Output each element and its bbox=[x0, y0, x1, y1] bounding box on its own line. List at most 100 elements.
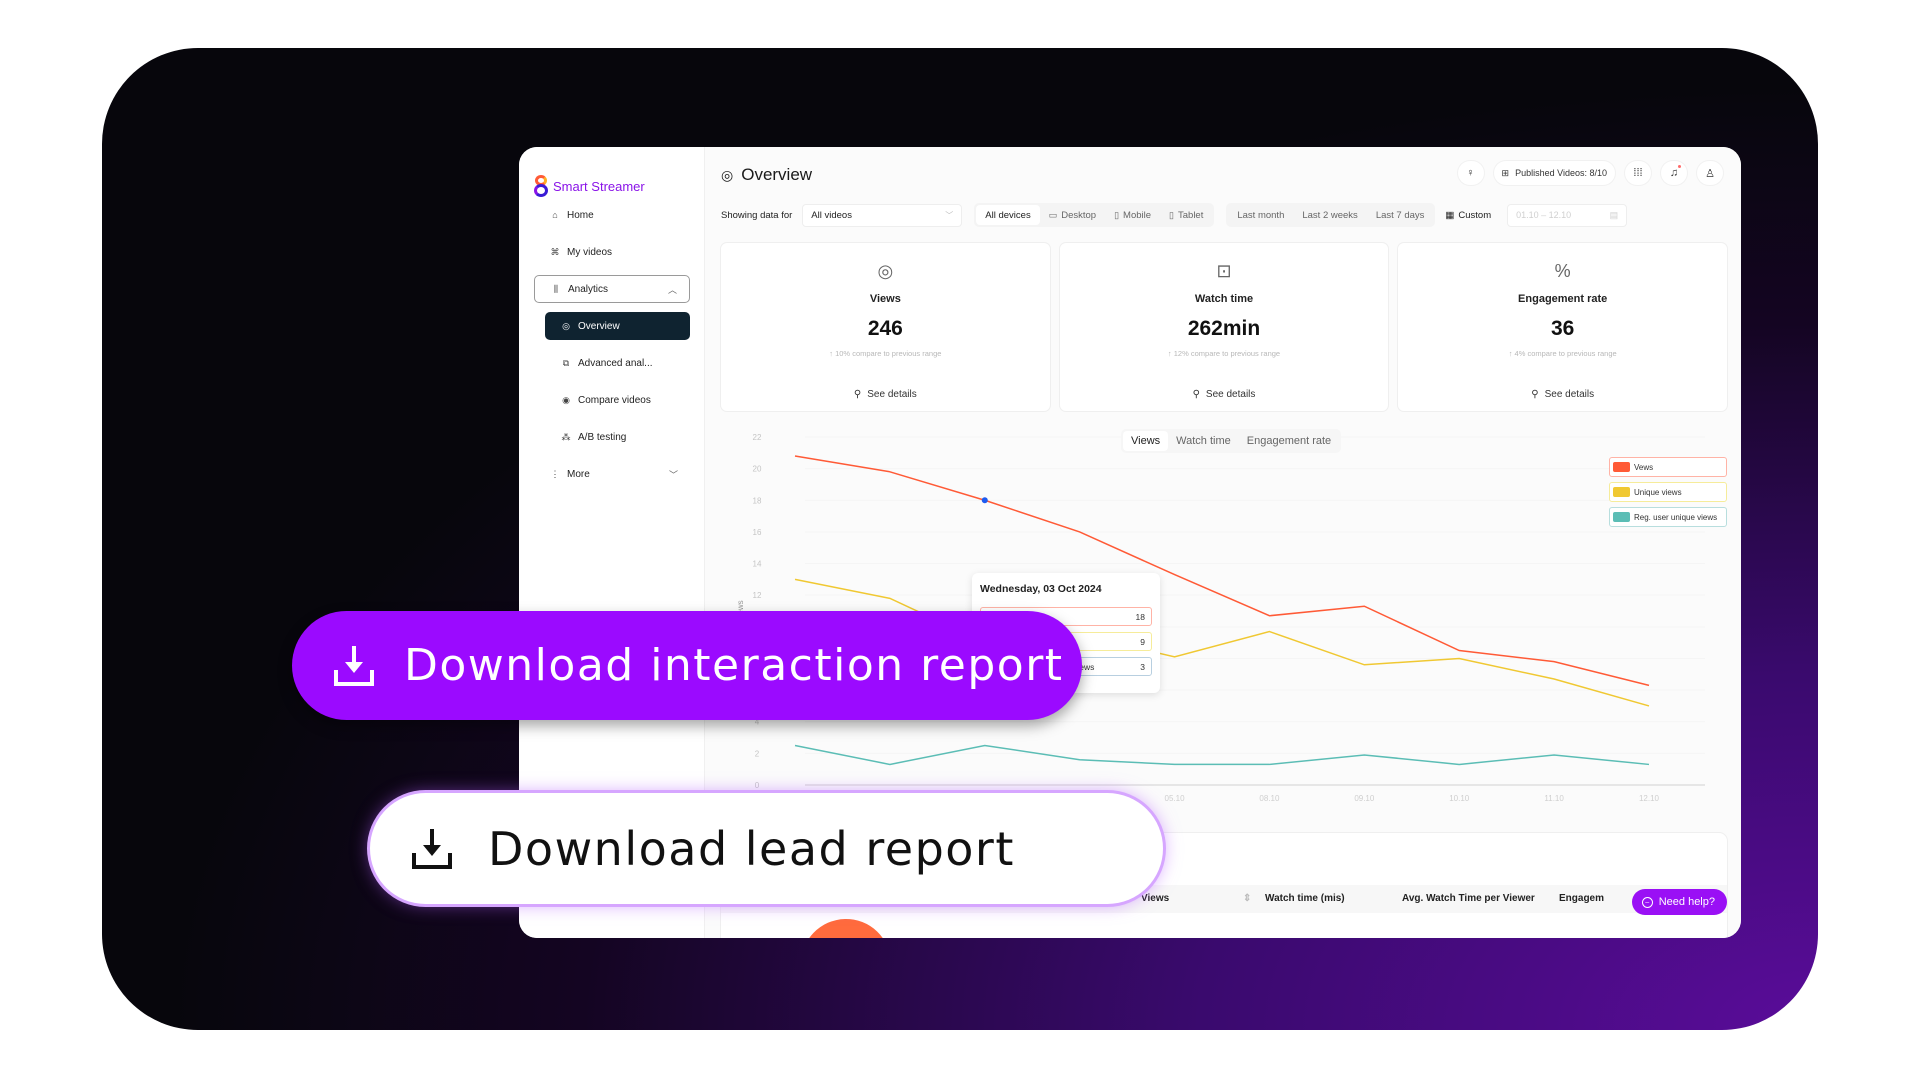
device-label: Tablet bbox=[1178, 209, 1204, 221]
column-header-watch-time[interactable]: Watch time (mis) bbox=[1265, 893, 1345, 904]
calendar-icon: ▤ bbox=[1609, 209, 1619, 220]
video-select-value: All videos bbox=[811, 209, 852, 221]
download-interaction-report-button[interactable]: Download interaction report bbox=[292, 611, 1082, 720]
published-videos-badge[interactable]: ⊞ Published Videos: 8/10 bbox=[1493, 161, 1615, 185]
legend-item-registered-views[interactable]: Reg. user unique views bbox=[1609, 507, 1727, 527]
device-desktop[interactable]: ▭ Desktop bbox=[1040, 205, 1105, 225]
range-label: Last month bbox=[1237, 209, 1285, 221]
video-select[interactable]: All videos ﹀ bbox=[802, 203, 963, 227]
ab-testing-icon: ⁂ bbox=[561, 431, 571, 442]
sidebar-item-overview[interactable]: ◎ Overview bbox=[545, 312, 690, 340]
device-all[interactable]: All devices bbox=[976, 205, 1040, 225]
sidebar-item-label: Overview bbox=[578, 320, 620, 332]
y-tick-label: 14 bbox=[753, 560, 762, 569]
device-filter: All devices ▭ Desktop ▯ Mobile ▯ Tablet bbox=[974, 203, 1215, 227]
lightbulb-icon: ♀ bbox=[1466, 167, 1475, 179]
download-lead-report-label: Download lead report bbox=[488, 821, 1015, 876]
date-range-input[interactable]: 01.10 – 12.10 ▤ bbox=[1507, 203, 1628, 227]
tooltip-value: 3 bbox=[1140, 661, 1145, 672]
y-tick-label: 0 bbox=[755, 781, 760, 790]
x-tick-label: 09.10 bbox=[1354, 794, 1375, 803]
compare-icon: ◉ bbox=[562, 394, 570, 405]
download-lead-report-button[interactable]: Download lead report bbox=[370, 793, 1163, 904]
custom-range-button[interactable]: ▦ Custom bbox=[1445, 210, 1491, 221]
filter-bar: Showing data for All videos ﹀ All device… bbox=[721, 203, 1723, 227]
kpi-card-engagement-rate: % Engagement rate 36 ↑ 4% compare to pre… bbox=[1398, 243, 1728, 411]
page-title: ◎ Overview bbox=[721, 165, 812, 185]
legend-item-views[interactable]: Vews bbox=[1609, 457, 1727, 477]
sidebar-item-advanced-analytics[interactable]: ⧉ Advanced anal... bbox=[545, 349, 690, 377]
eye-icon: ◎ bbox=[721, 166, 734, 183]
chat-icon: – bbox=[1641, 896, 1653, 908]
sidebar-item-ab-testing[interactable]: ⁂ A/B testing bbox=[545, 423, 690, 451]
column-header-views[interactable]: Views bbox=[1141, 893, 1169, 904]
search-icon: ⚲ bbox=[1192, 389, 1200, 400]
more-icon: ⋮ bbox=[550, 468, 560, 479]
tooltip-value: 18 bbox=[1135, 611, 1145, 622]
sidebar-item-label: Compare videos bbox=[578, 394, 651, 406]
device-mobile[interactable]: ▯ Mobile bbox=[1105, 205, 1160, 225]
search-icon: ⚲ bbox=[1531, 389, 1539, 400]
range-last-7-days[interactable]: Last 7 days bbox=[1367, 205, 1434, 225]
see-details-button[interactable]: ⚲ See details bbox=[1184, 387, 1264, 402]
range-last-month[interactable]: Last month bbox=[1228, 205, 1293, 225]
legend-label: Unique views bbox=[1634, 487, 1682, 497]
sidebar-item-home[interactable]: ⌂ Home bbox=[534, 201, 690, 229]
header-actions: ♀ ⊞ Published Videos: 8/10 ⁞⁞⁞ ♫ ♙ bbox=[1457, 161, 1723, 185]
sidebar-item-more[interactable]: ⋮ More ﹀ bbox=[534, 460, 690, 488]
chevron-down-icon: ﹀ bbox=[945, 210, 954, 220]
chart-tabs: Views Watch time Engagement rate bbox=[1121, 429, 1342, 453]
see-details-button[interactable]: ⚲ See details bbox=[845, 387, 925, 402]
notifications-button[interactable]: ♫ bbox=[1661, 161, 1687, 185]
kpi-delta: ↑ 4% compare to previous range bbox=[1398, 349, 1727, 358]
see-details-label: See details bbox=[867, 389, 917, 400]
line-chart: 024681012141618202201.1002.1003.1004.100… bbox=[736, 433, 1705, 803]
home-icon: ⌂ bbox=[552, 210, 558, 220]
kpi-delta-text: 4% compare to previous range bbox=[1514, 349, 1617, 358]
kpi-title: Watch time bbox=[1194, 293, 1254, 305]
pie-chart bbox=[793, 911, 899, 938]
showing-data-label: Showing data for bbox=[721, 209, 793, 221]
sort-icon[interactable]: ⇕ bbox=[1243, 893, 1251, 904]
device-label: Mobile bbox=[1123, 209, 1152, 221]
legend-swatch bbox=[1613, 512, 1630, 522]
page-title-text: Overview bbox=[741, 165, 813, 184]
sidebar-item-analytics[interactable]: ⫼ Analytics ︿ bbox=[534, 275, 690, 303]
legend-item-unique-views[interactable]: Unique views bbox=[1609, 482, 1727, 502]
kpi-value: 36 bbox=[1551, 317, 1575, 340]
sidebar-item-compare-videos[interactable]: ◉ Compare videos bbox=[545, 386, 690, 414]
range-label: Last 7 days bbox=[1375, 209, 1425, 221]
chart-tab-views[interactable]: Views bbox=[1123, 431, 1169, 451]
y-tick-label: 12 bbox=[753, 591, 762, 600]
logo-icon bbox=[534, 175, 548, 197]
column-header-avg-watch-time[interactable]: Avg. Watch Time per Viewer bbox=[1402, 893, 1535, 904]
kpi-value: 262min bbox=[1187, 317, 1261, 340]
views-chart: 024681012141618202201.1002.1003.1004.100… bbox=[721, 419, 1727, 803]
kpi-delta: ↑ 12% compare to previous range bbox=[1060, 349, 1389, 358]
see-details-label: See details bbox=[1205, 389, 1256, 400]
eye-icon: ◎ bbox=[562, 320, 570, 331]
tips-button[interactable]: ♀ bbox=[1457, 161, 1484, 185]
device-label: All devices bbox=[985, 209, 1031, 221]
range-last-2-weeks[interactable]: Last 2 weeks bbox=[1293, 205, 1366, 225]
legend-swatch bbox=[1613, 487, 1630, 497]
x-tick-label: 10.10 bbox=[1449, 794, 1470, 803]
legend-swatch bbox=[1613, 462, 1630, 472]
device-tablet[interactable]: ▯ Tablet bbox=[1160, 205, 1212, 225]
sidebar-item-label: Advanced anal... bbox=[578, 357, 653, 369]
apps-button[interactable]: ⁞⁞⁞ bbox=[1625, 161, 1651, 185]
see-details-button[interactable]: ⚲ See details bbox=[1523, 387, 1603, 402]
calendar-icon: ▦ bbox=[1445, 209, 1455, 221]
chart-tab-watch-time[interactable]: Watch time bbox=[1168, 431, 1239, 451]
tablet-icon: ▯ bbox=[1169, 209, 1174, 220]
x-tick-label: 05.10 bbox=[1165, 794, 1186, 803]
sidebar-item-label: More bbox=[567, 468, 590, 480]
chevron-up-icon: ︿ bbox=[667, 284, 677, 295]
logo[interactable]: Smart Streamer bbox=[534, 175, 645, 197]
column-header-engagement[interactable]: Engagem bbox=[1559, 893, 1604, 904]
profile-button[interactable]: ♙ bbox=[1697, 161, 1723, 185]
sidebar-item-my-videos[interactable]: ⌘ My videos bbox=[534, 238, 690, 266]
desktop-icon: ▭ bbox=[1048, 209, 1058, 220]
chart-tab-engagement-rate[interactable]: Engagement rate bbox=[1239, 431, 1339, 451]
need-help-button[interactable]: – Need help? bbox=[1631, 889, 1727, 915]
